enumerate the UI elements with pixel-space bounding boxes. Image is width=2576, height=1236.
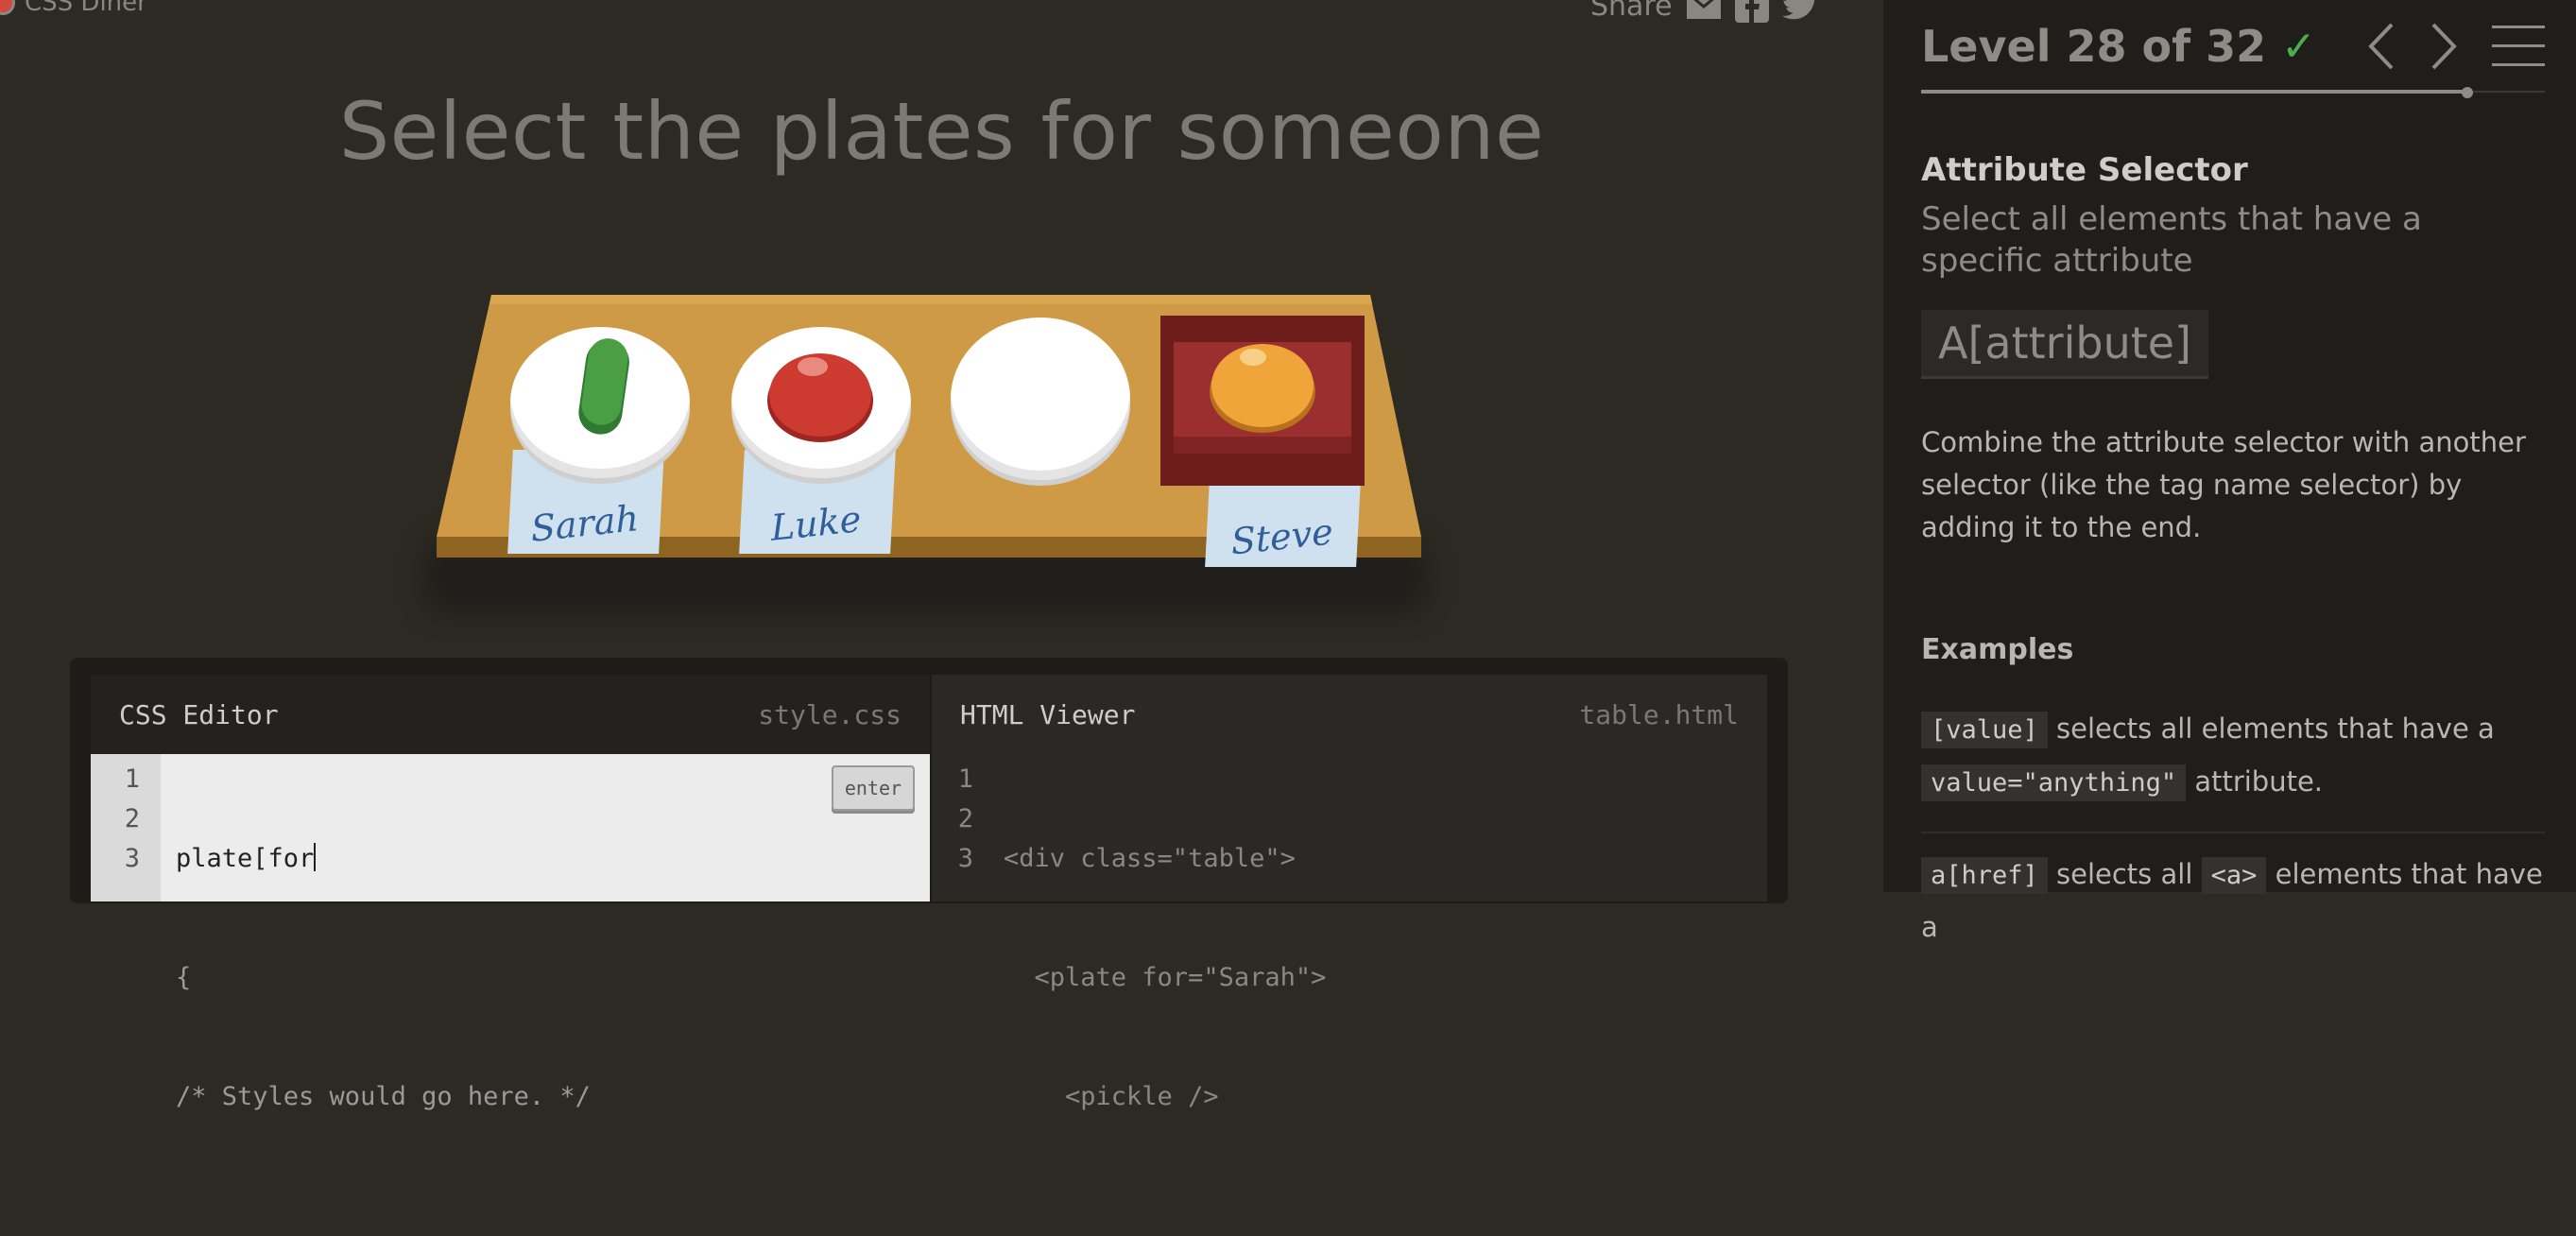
pickle[interactable] (576, 336, 633, 440)
twitter-icon[interactable] (1781, 0, 1820, 22)
css-selector-line[interactable]: plate[for (176, 839, 930, 879)
css-comment-line: /* Styles would go here. */ (176, 1082, 591, 1111)
sidebar: Level 28 of 32 ✓ Attribute Selector Sele… (1883, 0, 2576, 943)
css-selector-input[interactable]: plate[for (176, 844, 314, 873)
line-number: 3 (957, 844, 973, 873)
apple[interactable] (764, 342, 877, 446)
example-divider (1921, 832, 2545, 833)
css-editor-body: 1 2 3 plate[for { /* Styles would go her… (91, 754, 930, 1111)
html-line-numbers: 1 2 3 (932, 754, 988, 901)
examples-heading: Examples (1921, 633, 2074, 666)
previous-level-icon[interactable] (2367, 22, 2396, 71)
text-caret (314, 843, 317, 871)
app-name: CSS Diner (25, 0, 147, 17)
html-viewer-title: HTML Viewer (960, 698, 1136, 730)
mail-icon[interactable] (1686, 0, 1722, 20)
name-tag-text: Steve (1229, 510, 1334, 563)
html-viewer: HTML Viewer table.html 1 2 3 <div class=… (932, 675, 1767, 1111)
dining-table: Sarah Luke Steve (416, 283, 1455, 624)
line-number: 1 (957, 764, 973, 794)
share-label: Share (1590, 0, 1673, 23)
name-tag-text: Sarah (529, 497, 640, 550)
enter-button[interactable]: enter (832, 765, 915, 811)
html-code: <div class="table"> <plate for="Sarah"> … (988, 754, 1767, 1111)
selector-title: Select all elements that have a specific… (1921, 200, 2422, 280)
order-instruction: Select the plates for someone (338, 85, 1545, 178)
line-number: 2 (124, 804, 140, 833)
example-1: [value] selects all elements that have a… (1921, 703, 2545, 809)
name-tag-text: Luke (770, 498, 863, 549)
share-bar: Share (1590, 0, 1820, 23)
level-header: Level 28 of 32 ✓ (1921, 13, 2545, 79)
css-file-name: style.css (758, 698, 902, 730)
css-code-line: { (176, 963, 192, 992)
example-text: attribute. (2194, 765, 2324, 798)
css-code: plate[for { /* Styles would go here. */ … (161, 754, 930, 1111)
level-title: Level 28 of 32 (1921, 21, 2267, 72)
example-2: a[href] selects all <a> elements that ha… (1921, 849, 2545, 953)
html-viewer-header: HTML Viewer table.html (932, 675, 1767, 754)
level-progress-track (2469, 91, 2545, 93)
orange[interactable] (1206, 336, 1319, 435)
selector-syntax: A[attribute] (1921, 310, 2209, 379)
level-nav (2367, 13, 2545, 79)
check-icon: ✓ (2281, 22, 2317, 71)
css-editor-header: CSS Editor style.css (91, 675, 930, 754)
app-logo[interactable]: CSS Diner (0, 0, 147, 17)
plate[interactable] (951, 318, 1130, 480)
line-number: 1 (124, 764, 140, 794)
html-file-name: table.html (1579, 698, 1739, 730)
css-editor: CSS Editor style.css 1 2 3 plate[for { /… (91, 675, 930, 1111)
example-code: <a> (2201, 857, 2267, 894)
css-editor-title: CSS Editor (119, 698, 279, 730)
level-progress-marker (2462, 87, 2473, 98)
level-progress-bar (1921, 90, 2469, 94)
example-code: [value] (1921, 712, 2048, 748)
css-line-numbers: 1 2 3 (91, 754, 161, 901)
example-code: a[href] (1921, 857, 2048, 894)
next-level-icon[interactable] (2430, 22, 2458, 71)
html-viewer-body: 1 2 3 <div class="table"> <plate for="Sa… (932, 754, 1767, 1111)
example-text: selects all (2056, 858, 2193, 890)
example-text: selects all elements that have a (2056, 712, 2495, 745)
facebook-icon[interactable] (1734, 0, 1769, 23)
line-number: 3 (124, 844, 140, 873)
example-code: value="anything" (1921, 764, 2187, 801)
html-code-line[interactable]: <plate for="Sarah"> (1004, 958, 1767, 998)
html-code-line[interactable]: <pickle /> (1004, 1077, 1767, 1117)
game-area: CSS Diner Share Select the plates for so… (0, 0, 1883, 1111)
logo-icon (0, 0, 15, 15)
line-number: 2 (957, 804, 973, 833)
selector-hint: Combine the attribute selector with anot… (1921, 426, 2526, 543)
editor-panel: CSS Editor style.css 1 2 3 plate[for { /… (70, 658, 1788, 1111)
menu-icon[interactable] (2492, 24, 2545, 69)
selector-name: Attribute Selector (1921, 151, 2248, 189)
html-code-line[interactable]: <div class="table"> (1004, 839, 1767, 879)
